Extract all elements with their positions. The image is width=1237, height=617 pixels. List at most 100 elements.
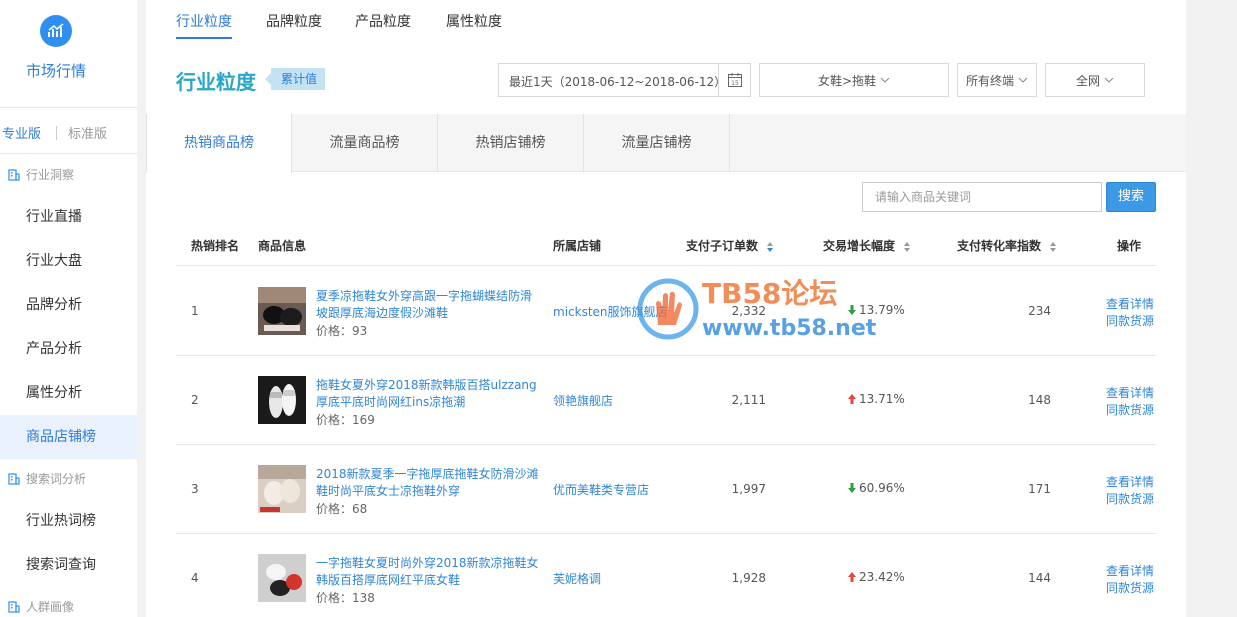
sidebar: 市场行情 专业版 标准版 行业洞察 行业直播 行业大盘 品牌分析 产品分析 属性… — [0, 0, 137, 617]
category-select[interactable]: 女鞋>拖鞋 — [759, 63, 949, 97]
arrow-down-icon — [848, 483, 856, 493]
tab-attribute[interactable]: 属性粒度 — [446, 11, 502, 39]
view-detail-link[interactable]: 查看详情 — [1106, 384, 1154, 401]
header-shop: 所属店铺 — [553, 239, 602, 253]
shop-link[interactable]: 领艳旗舰店 — [553, 392, 613, 409]
growth-value: 60.96% — [859, 481, 905, 495]
table-row: 4 一字拖鞋女夏时尚外穿2018新款凉拖鞋女韩版百搭厚底网红平底女鞋 价格：13… — [176, 534, 1156, 617]
calendar-day: 15 — [731, 80, 739, 87]
sort-icon[interactable] — [1049, 241, 1057, 253]
orders-value: 2,111 — [731, 393, 766, 407]
sidebar-item-search-query[interactable]: 搜索词查询 — [0, 543, 137, 587]
table-row: 2 拖鞋女夏外穿2018新款韩版百搭ulzzang厚底平底时尚网红ins凉拖潮 … — [176, 356, 1156, 445]
product-title-link[interactable]: 拖鞋女夏外穿2018新款韩版百搭ulzzang厚底平底时尚网红ins凉拖潮 — [316, 377, 541, 411]
product-title-link[interactable]: 2018新款夏季一字拖厚底拖鞋女防滑沙滩鞋时尚平底女士凉拖鞋外穿 — [316, 466, 541, 500]
product-thumbnail[interactable] — [258, 465, 306, 513]
orders-value: 2,332 — [731, 304, 766, 318]
product-thumbnail[interactable] — [258, 554, 306, 602]
sidebar-item-industry-live[interactable]: 行业直播 — [0, 195, 137, 239]
shop-link[interactable]: 芙妮格调 — [553, 570, 601, 587]
product-title-link[interactable]: 夏季凉拖鞋女外穿高跟一字拖蝴蝶结防滑坡跟厚底海边度假沙滩鞋 — [316, 288, 541, 322]
date-range-text: 最近1天（2018-06-12~2018-06-12） — [509, 75, 727, 89]
orders-value: 1,997 — [731, 482, 766, 496]
header-rank: 热销排名 — [191, 239, 240, 253]
sidebar-item-industry-overview[interactable]: 行业大盘 — [0, 239, 137, 283]
terminal-select[interactable]: 所有终端 — [957, 63, 1037, 97]
market-chart-icon[interactable] — [40, 15, 72, 47]
header-conversion[interactable]: 支付转化率指数 — [957, 237, 1057, 254]
conversion-value: 148 — [1028, 393, 1051, 407]
tab-traffic-shops[interactable]: 流量店铺榜 — [584, 114, 730, 172]
similar-source-link[interactable]: 同款货源 — [1106, 401, 1154, 418]
search-button[interactable]: 搜索 — [1106, 182, 1156, 212]
tab-product[interactable]: 产品粒度 — [355, 11, 411, 39]
header-label: 支付子订单数 — [686, 239, 759, 253]
product-thumbnail[interactable] — [258, 287, 306, 335]
product-thumbnail[interactable] — [258, 376, 306, 424]
product-price: 价格：68 — [316, 502, 368, 516]
terminal-value: 所有终端 — [965, 73, 1014, 88]
product-price: 价格：93 — [316, 324, 368, 338]
product-search-input[interactable] — [862, 182, 1102, 212]
building-icon — [8, 472, 20, 485]
sort-icon[interactable] — [903, 241, 911, 253]
date-range-picker[interactable]: 最近1天（2018-06-12~2018-06-12） 15 — [498, 63, 751, 97]
tab-hot-shops[interactable]: 热销店铺榜 — [438, 114, 584, 172]
tab-traffic-products[interactable]: 流量商品榜 — [292, 114, 438, 172]
product-price: 价格：138 — [316, 591, 375, 605]
view-detail-link[interactable]: 查看详情 — [1106, 295, 1154, 312]
rank-value: 1 — [191, 304, 199, 318]
tab-industry[interactable]: 行业粒度 — [176, 11, 232, 39]
table-row: 3 2018新款夏季一字拖厚底拖鞋女防滑沙滩鞋时尚平底女士凉拖鞋外穿 价格：68… — [176, 445, 1156, 534]
view-detail-link[interactable]: 查看详情 — [1106, 562, 1154, 579]
shop-link[interactable]: micksten服饰旗舰店 — [553, 303, 668, 320]
divider — [56, 126, 57, 140]
header-label: 交易增长幅度 — [823, 239, 896, 253]
growth-value: 23.42% — [859, 570, 905, 584]
rank-value: 3 — [191, 482, 199, 496]
version-standard-tab[interactable]: 标准版 — [68, 123, 107, 142]
granularity-tabs: 行业粒度 品牌粒度 产品粒度 属性粒度 — [146, 0, 1186, 40]
similar-source-link[interactable]: 同款货源 — [1106, 490, 1154, 507]
chevron-down-icon — [1104, 77, 1114, 83]
version-pro-tab[interactable]: 专业版 — [2, 123, 41, 142]
app-title: 市场行情 — [25, 62, 86, 80]
header-growth[interactable]: 交易增长幅度 — [823, 237, 911, 254]
similar-source-link[interactable]: 同款货源 — [1106, 579, 1154, 596]
sidebar-item-product-shop-rank[interactable]: 商品店铺榜 — [0, 415, 137, 459]
sidebar-item-product-analysis[interactable]: 产品分析 — [0, 327, 137, 371]
group-industry-insight: 行业洞察 — [8, 166, 74, 183]
header-product: 商品信息 — [258, 239, 307, 253]
section-title: 行业粒度 — [176, 70, 256, 94]
growth-cell: 13.71% — [848, 392, 905, 406]
rank-value: 2 — [191, 393, 199, 407]
sort-icon[interactable] — [766, 241, 774, 253]
view-detail-link[interactable]: 查看详情 — [1106, 473, 1154, 490]
table-header: 热销排名 商品信息 所属店铺 支付子订单数 交易增长幅度 支付转化率指数 操作 — [176, 226, 1156, 266]
conversion-value: 144 — [1028, 571, 1051, 585]
similar-source-link[interactable]: 同款货源 — [1106, 312, 1154, 329]
rank-value: 4 — [191, 571, 199, 585]
main-panel: 行业粒度 品牌粒度 产品粒度 属性粒度 行业粒度 累计值 最近1天（2018-0… — [146, 0, 1186, 617]
network-select[interactable]: 全网 — [1045, 63, 1145, 97]
product-title-link[interactable]: 一字拖鞋女夏时尚外穿2018新款凉拖鞋女韩版百搭厚底网红平底女鞋 — [316, 555, 541, 589]
header-label: 支付转化率指数 — [957, 239, 1042, 253]
sidebar-item-attribute-analysis[interactable]: 属性分析 — [0, 371, 137, 415]
sidebar-item-hot-words[interactable]: 行业热词榜 — [0, 499, 137, 543]
group-search-analysis: 搜索词分析 — [8, 470, 86, 487]
group-audience: 人群画像 — [8, 598, 74, 615]
sidebar-item-brand-analysis[interactable]: 品牌分析 — [0, 283, 137, 327]
chevron-down-icon — [880, 77, 890, 83]
header-orders[interactable]: 支付子订单数 — [686, 237, 774, 254]
conversion-value: 171 — [1028, 482, 1051, 496]
arrow-down-icon — [848, 305, 856, 315]
calendar-icon[interactable]: 15 — [718, 64, 750, 96]
tab-brand[interactable]: 品牌粒度 — [266, 11, 322, 39]
growth-cell: 60.96% — [848, 481, 905, 495]
chevron-down-icon — [1018, 77, 1028, 83]
shop-link[interactable]: 优而美鞋类专营店 — [553, 481, 649, 498]
tab-hot-products[interactable]: 热销商品榜 — [146, 114, 292, 173]
growth-cell: 13.79% — [848, 303, 905, 317]
divider — [0, 107, 137, 108]
product-price: 价格：169 — [316, 413, 375, 427]
